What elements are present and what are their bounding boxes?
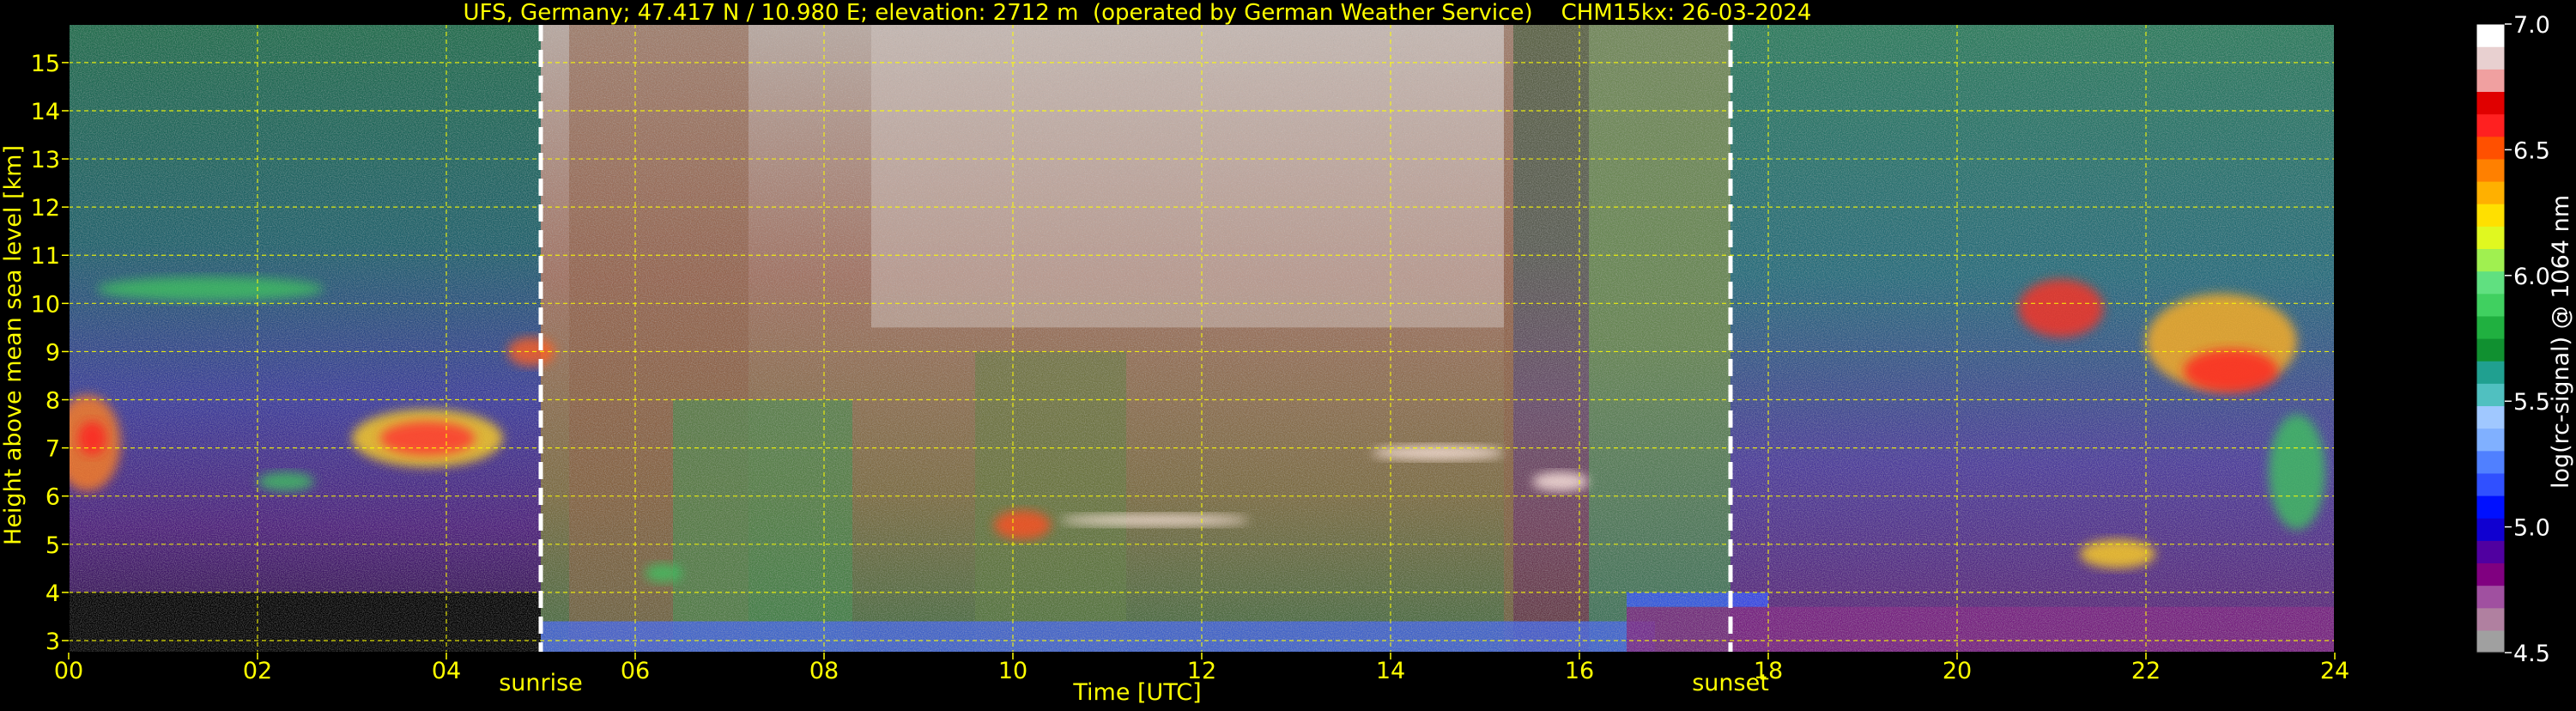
- colorbar-segment: [2476, 450, 2505, 474]
- cloud-feature: [1532, 471, 1589, 492]
- x-tick-label: 04: [432, 658, 461, 684]
- y-tick-label: 9: [45, 339, 60, 366]
- colorbar-segment: [2476, 607, 2505, 631]
- colorbar-tick-label: 5.5: [2513, 389, 2550, 416]
- x-tick-label: 06: [621, 658, 650, 684]
- cloud-feature: [2184, 349, 2278, 393]
- marker-label-sunrise: sunrise: [499, 670, 583, 696]
- colorbar-segment: [2476, 204, 2505, 227]
- colorbar-segment: [2476, 46, 2505, 70]
- cloud-feature: [2018, 279, 2104, 337]
- y-axis-label: Height above mean sea level [km]: [0, 145, 27, 545]
- y-tick-label: 10: [31, 291, 60, 318]
- x-tick-label: 14: [1376, 658, 1405, 684]
- colorbar-segment: [2476, 495, 2505, 519]
- colorbar-segment: [2476, 181, 2505, 204]
- y-tick-label: 3: [45, 629, 60, 655]
- colorbar-tick-label: 6.0: [2513, 264, 2550, 290]
- colorbar-segment: [2476, 585, 2505, 609]
- colorbar-segment: [2476, 361, 2505, 384]
- colorbar-segment: [2476, 428, 2505, 452]
- y-tick-label: 5: [45, 532, 60, 559]
- x-tick-label: 10: [998, 658, 1027, 684]
- colorbar-segment: [2476, 338, 2505, 362]
- y-tick-label: 14: [31, 99, 60, 125]
- y-tick-label: 6: [45, 484, 60, 511]
- colorbar-segment: [2476, 270, 2505, 295]
- y-tick-label: 15: [31, 51, 60, 77]
- colorbar-segment: [2476, 472, 2505, 496]
- x-tick-label: 20: [1943, 658, 1972, 684]
- x-tick-label: 18: [1754, 658, 1783, 684]
- ceilometer-chart: sunrise sunset 00 02 04 06 08 10 12 14 16 18 20 22 24…: [0, 0, 2576, 708]
- colorbar-segment: [2476, 540, 2505, 564]
- y-tick-label: 8: [45, 388, 60, 415]
- cloud-feature: [258, 471, 314, 492]
- cloud-feature: [994, 510, 1051, 540]
- x-axis: 00 02 04 06 08 10 12 14 16 18 20 22 24: [54, 653, 2349, 684]
- colorbar-segment: [2476, 383, 2505, 407]
- cloud-feature: [380, 421, 475, 456]
- chart-svg: sunrise sunset 00 02 04 06 08 10 12 14 16 18 20 22 24…: [0, 0, 2574, 706]
- colorbar-segment: [2476, 69, 2505, 93]
- x-tick-label: 00: [54, 658, 83, 684]
- colorbar-segment: [2476, 91, 2505, 115]
- y-tick-label: 12: [31, 195, 60, 222]
- colorbar-segment: [2476, 248, 2505, 272]
- cloud-feature: [645, 563, 682, 583]
- colorbar-segment: [2476, 405, 2505, 429]
- colorbar-segment: [2476, 518, 2505, 541]
- x-tick-label: 16: [1565, 658, 1594, 684]
- y-axis: 3 4 5 6 7 8 9 10 11 12 13 14 15: [31, 51, 69, 655]
- colorbar-tick-label: 7.0: [2513, 12, 2550, 39]
- cloud-feature: [97, 276, 324, 301]
- colorbar-segment: [2476, 24, 2505, 47]
- colorbar-segment: [2476, 315, 2505, 339]
- colorbar-segment: [2476, 562, 2505, 586]
- cloud-feature: [78, 421, 106, 456]
- y-tick-label: 7: [45, 436, 60, 463]
- y-tick-label: 11: [31, 243, 60, 270]
- x-tick-label: 08: [809, 658, 839, 684]
- x-tick-label: 02: [243, 658, 272, 684]
- colorbar-segment: [2476, 293, 2505, 317]
- colorbar-tick-label: 5.0: [2513, 515, 2550, 542]
- colorbar-segment: [2476, 136, 2505, 160]
- colorbar-segment: [2476, 226, 2505, 250]
- colorbar-tick-label: 4.5: [2513, 641, 2550, 667]
- colorbar-tick-label: 6.5: [2513, 137, 2550, 164]
- y-tick-label: 4: [45, 580, 60, 607]
- chart-title: UFS, Germany; 47.417 N / 10.980 E; eleva…: [464, 0, 1812, 26]
- cloud-feature: [1060, 514, 1249, 526]
- colorbar-segment: [2476, 113, 2505, 137]
- colorbar-label: log(rc-signal) @ 1064 nm: [2548, 195, 2574, 489]
- colorbar-segment: [2476, 158, 2505, 182]
- colorbar-segment: [2476, 629, 2505, 653]
- colorbar: 4.5 5.0 5.5 6.0 6.5 7.0: [2476, 12, 2550, 667]
- backscatter-field: [69, 24, 2335, 653]
- cloud-feature: [2269, 414, 2325, 530]
- x-tick-label: 22: [2131, 658, 2161, 684]
- y-tick-label: 13: [31, 147, 60, 173]
- x-tick-label: 24: [2320, 658, 2349, 684]
- x-axis-label: Time [UTC]: [1072, 679, 1201, 706]
